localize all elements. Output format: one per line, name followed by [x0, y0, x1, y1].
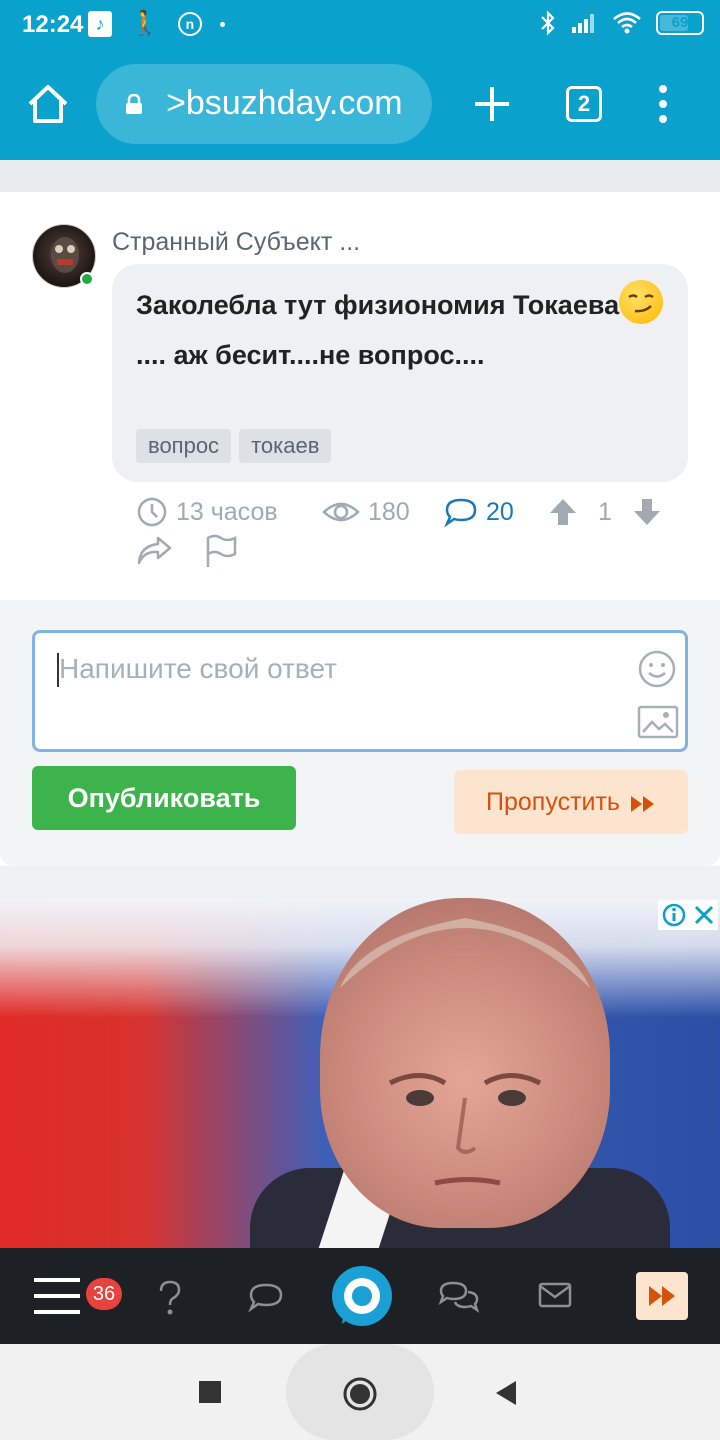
- question-icon[interactable]: [156, 1280, 184, 1316]
- question-text-part-1: Заколебла тут физиономия Токаева: [136, 290, 620, 320]
- url-fade: [152, 64, 172, 144]
- url-text: >bsuzhday.com: [166, 84, 403, 122]
- views-count: 180: [368, 497, 410, 526]
- online-status-dot: [80, 272, 94, 286]
- eye-icon: [322, 502, 360, 522]
- share-icon[interactable]: [136, 534, 172, 566]
- more-menu-icon[interactable]: [656, 84, 670, 124]
- tag[interactable]: вопрос: [136, 429, 232, 463]
- report-flag-icon[interactable]: [204, 534, 238, 568]
- wifi-icon: [613, 12, 641, 34]
- emoji-picker-icon[interactable]: [637, 649, 677, 689]
- status-bar: 12:24 ♪ 🚶 n 69: [0, 0, 720, 50]
- comments-link[interactable]: 20: [444, 497, 548, 527]
- system-navigation-bar: [0, 1344, 720, 1440]
- battery-text: 69: [671, 14, 689, 31]
- ad-close-icon[interactable]: [693, 904, 715, 926]
- mail-icon[interactable]: [538, 1282, 572, 1308]
- question-text-part-2: .... аж бесит....не вопрос....: [136, 340, 485, 370]
- skip-button[interactable]: Пропустить: [454, 770, 688, 834]
- ad-face-features: [340, 918, 590, 1186]
- post-actions: [136, 534, 238, 568]
- status-icons-left: ♪ 🚶 n: [88, 10, 225, 38]
- bottom-navigation: 36: [0, 1248, 720, 1344]
- comment-icon: [444, 498, 477, 527]
- notification-badge: 36: [86, 1278, 122, 1310]
- author-name[interactable]: Странный Субъект ...: [112, 228, 360, 257]
- lock-icon: [126, 94, 142, 114]
- fast-forward-icon: [630, 796, 654, 812]
- address-bar[interactable]: >bsuzhday.com: [96, 64, 432, 144]
- new-tab-icon[interactable]: [472, 84, 512, 124]
- vote-count: 1: [598, 497, 612, 526]
- tab-count-button[interactable]: 2: [566, 86, 602, 122]
- voting: 1: [548, 497, 662, 527]
- ad-figure-head: [320, 898, 610, 1228]
- ad-info-icon[interactable]: [662, 903, 686, 927]
- reply-input[interactable]: Напишите свой ответ: [32, 630, 688, 752]
- time-ago-text: 13 часов: [176, 497, 278, 526]
- skip-label: Пропустить: [486, 788, 620, 816]
- signal-icon: [572, 14, 594, 33]
- music-app-icon: ♪: [88, 11, 112, 37]
- dot-icon: [219, 21, 225, 27]
- recent-apps-icon[interactable]: [198, 1380, 222, 1404]
- home-logo-icon[interactable]: [330, 1264, 394, 1328]
- ad-choices-badge[interactable]: [658, 900, 718, 930]
- home-icon[interactable]: [26, 82, 70, 126]
- walker-icon: 🚶: [130, 10, 160, 37]
- skip-question-button[interactable]: [636, 1272, 688, 1320]
- views: 180: [322, 498, 444, 527]
- section-divider: [0, 866, 720, 898]
- comments-count: 20: [486, 497, 514, 526]
- advertisement-image[interactable]: [0, 898, 720, 1248]
- section-divider: [0, 160, 720, 192]
- browser-toolbar: >bsuzhday.com 2: [0, 50, 720, 160]
- tag[interactable]: токаев: [239, 429, 332, 463]
- attach-image-icon[interactable]: [637, 705, 679, 739]
- fast-forward-icon: [649, 1286, 675, 1306]
- reply-form: Напишите свой ответ Опубликовать Пропуст…: [0, 600, 720, 866]
- home-circle-icon[interactable]: [342, 1376, 378, 1412]
- hamburger-menu-icon[interactable]: [34, 1276, 80, 1316]
- battery-icon: 69: [656, 11, 704, 35]
- tag-list: вопрос токаев: [136, 429, 332, 463]
- smirk-emoji-icon: [619, 280, 664, 324]
- n-circle-icon: n: [177, 12, 202, 36]
- back-icon[interactable]: [494, 1380, 518, 1406]
- bluetooth-icon: [541, 10, 555, 36]
- clock-icon: [137, 497, 167, 527]
- chat-icon[interactable]: [248, 1282, 284, 1312]
- discussions-icon[interactable]: [438, 1280, 480, 1314]
- post-meta: 13 часов 180 20 1: [136, 492, 696, 532]
- question-post: Странный Субъект ... Заколебла тут физио…: [0, 192, 720, 600]
- status-time: 12:24: [22, 11, 84, 38]
- status-icons-right: 69: [540, 10, 704, 36]
- downvote-icon[interactable]: [632, 497, 662, 527]
- upvote-icon[interactable]: [548, 497, 578, 527]
- question-bubble: Заколебла тут физиономия Токаева .... аж …: [112, 264, 688, 482]
- question-text: Заколебла тут физиономия Токаева .... аж …: [136, 280, 676, 380]
- reply-placeholder: Напишите свой ответ: [59, 653, 337, 684]
- time-ago: 13 часов: [136, 496, 322, 528]
- publish-button[interactable]: Опубликовать: [32, 766, 296, 830]
